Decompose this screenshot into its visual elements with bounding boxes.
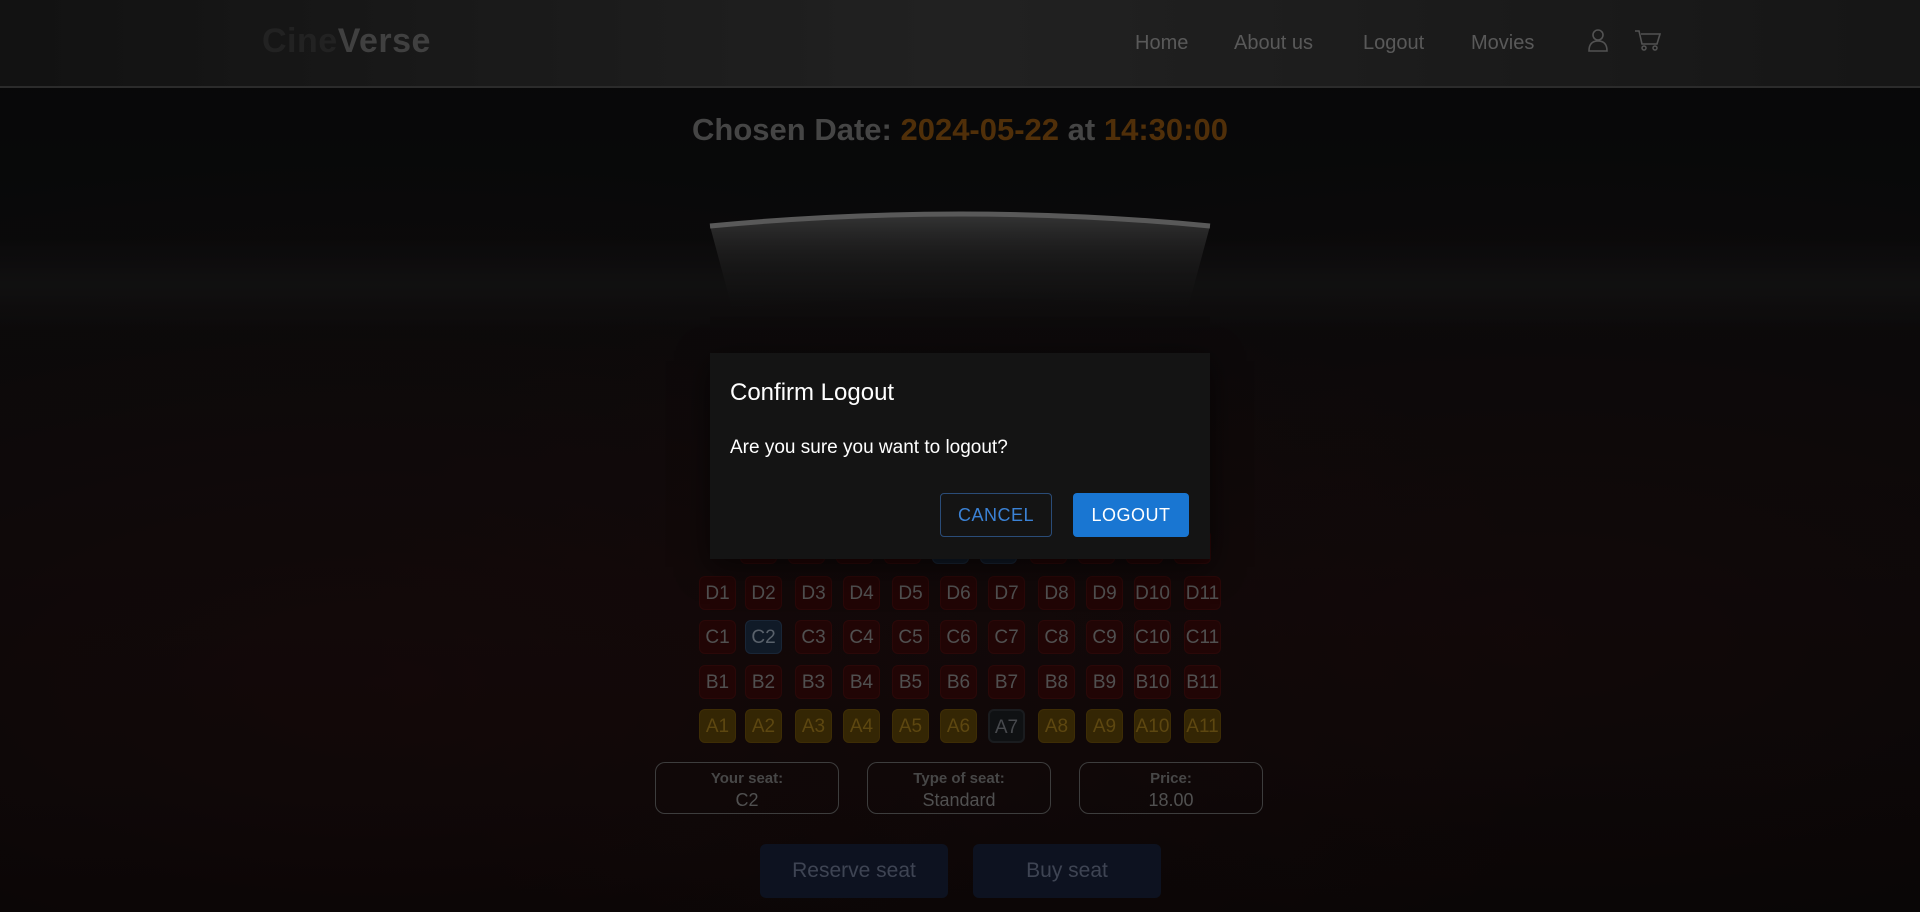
- dialog-title: Confirm Logout: [730, 379, 895, 406]
- dialog-message: Are you sure you want to logout?: [730, 437, 1008, 458]
- cancel-button[interactable]: CANCEL: [940, 493, 1052, 537]
- confirm-logout-dialog: Confirm Logout Are you sure you want to …: [710, 353, 1210, 559]
- confirm-logout-button[interactable]: LOGOUT: [1073, 493, 1189, 537]
